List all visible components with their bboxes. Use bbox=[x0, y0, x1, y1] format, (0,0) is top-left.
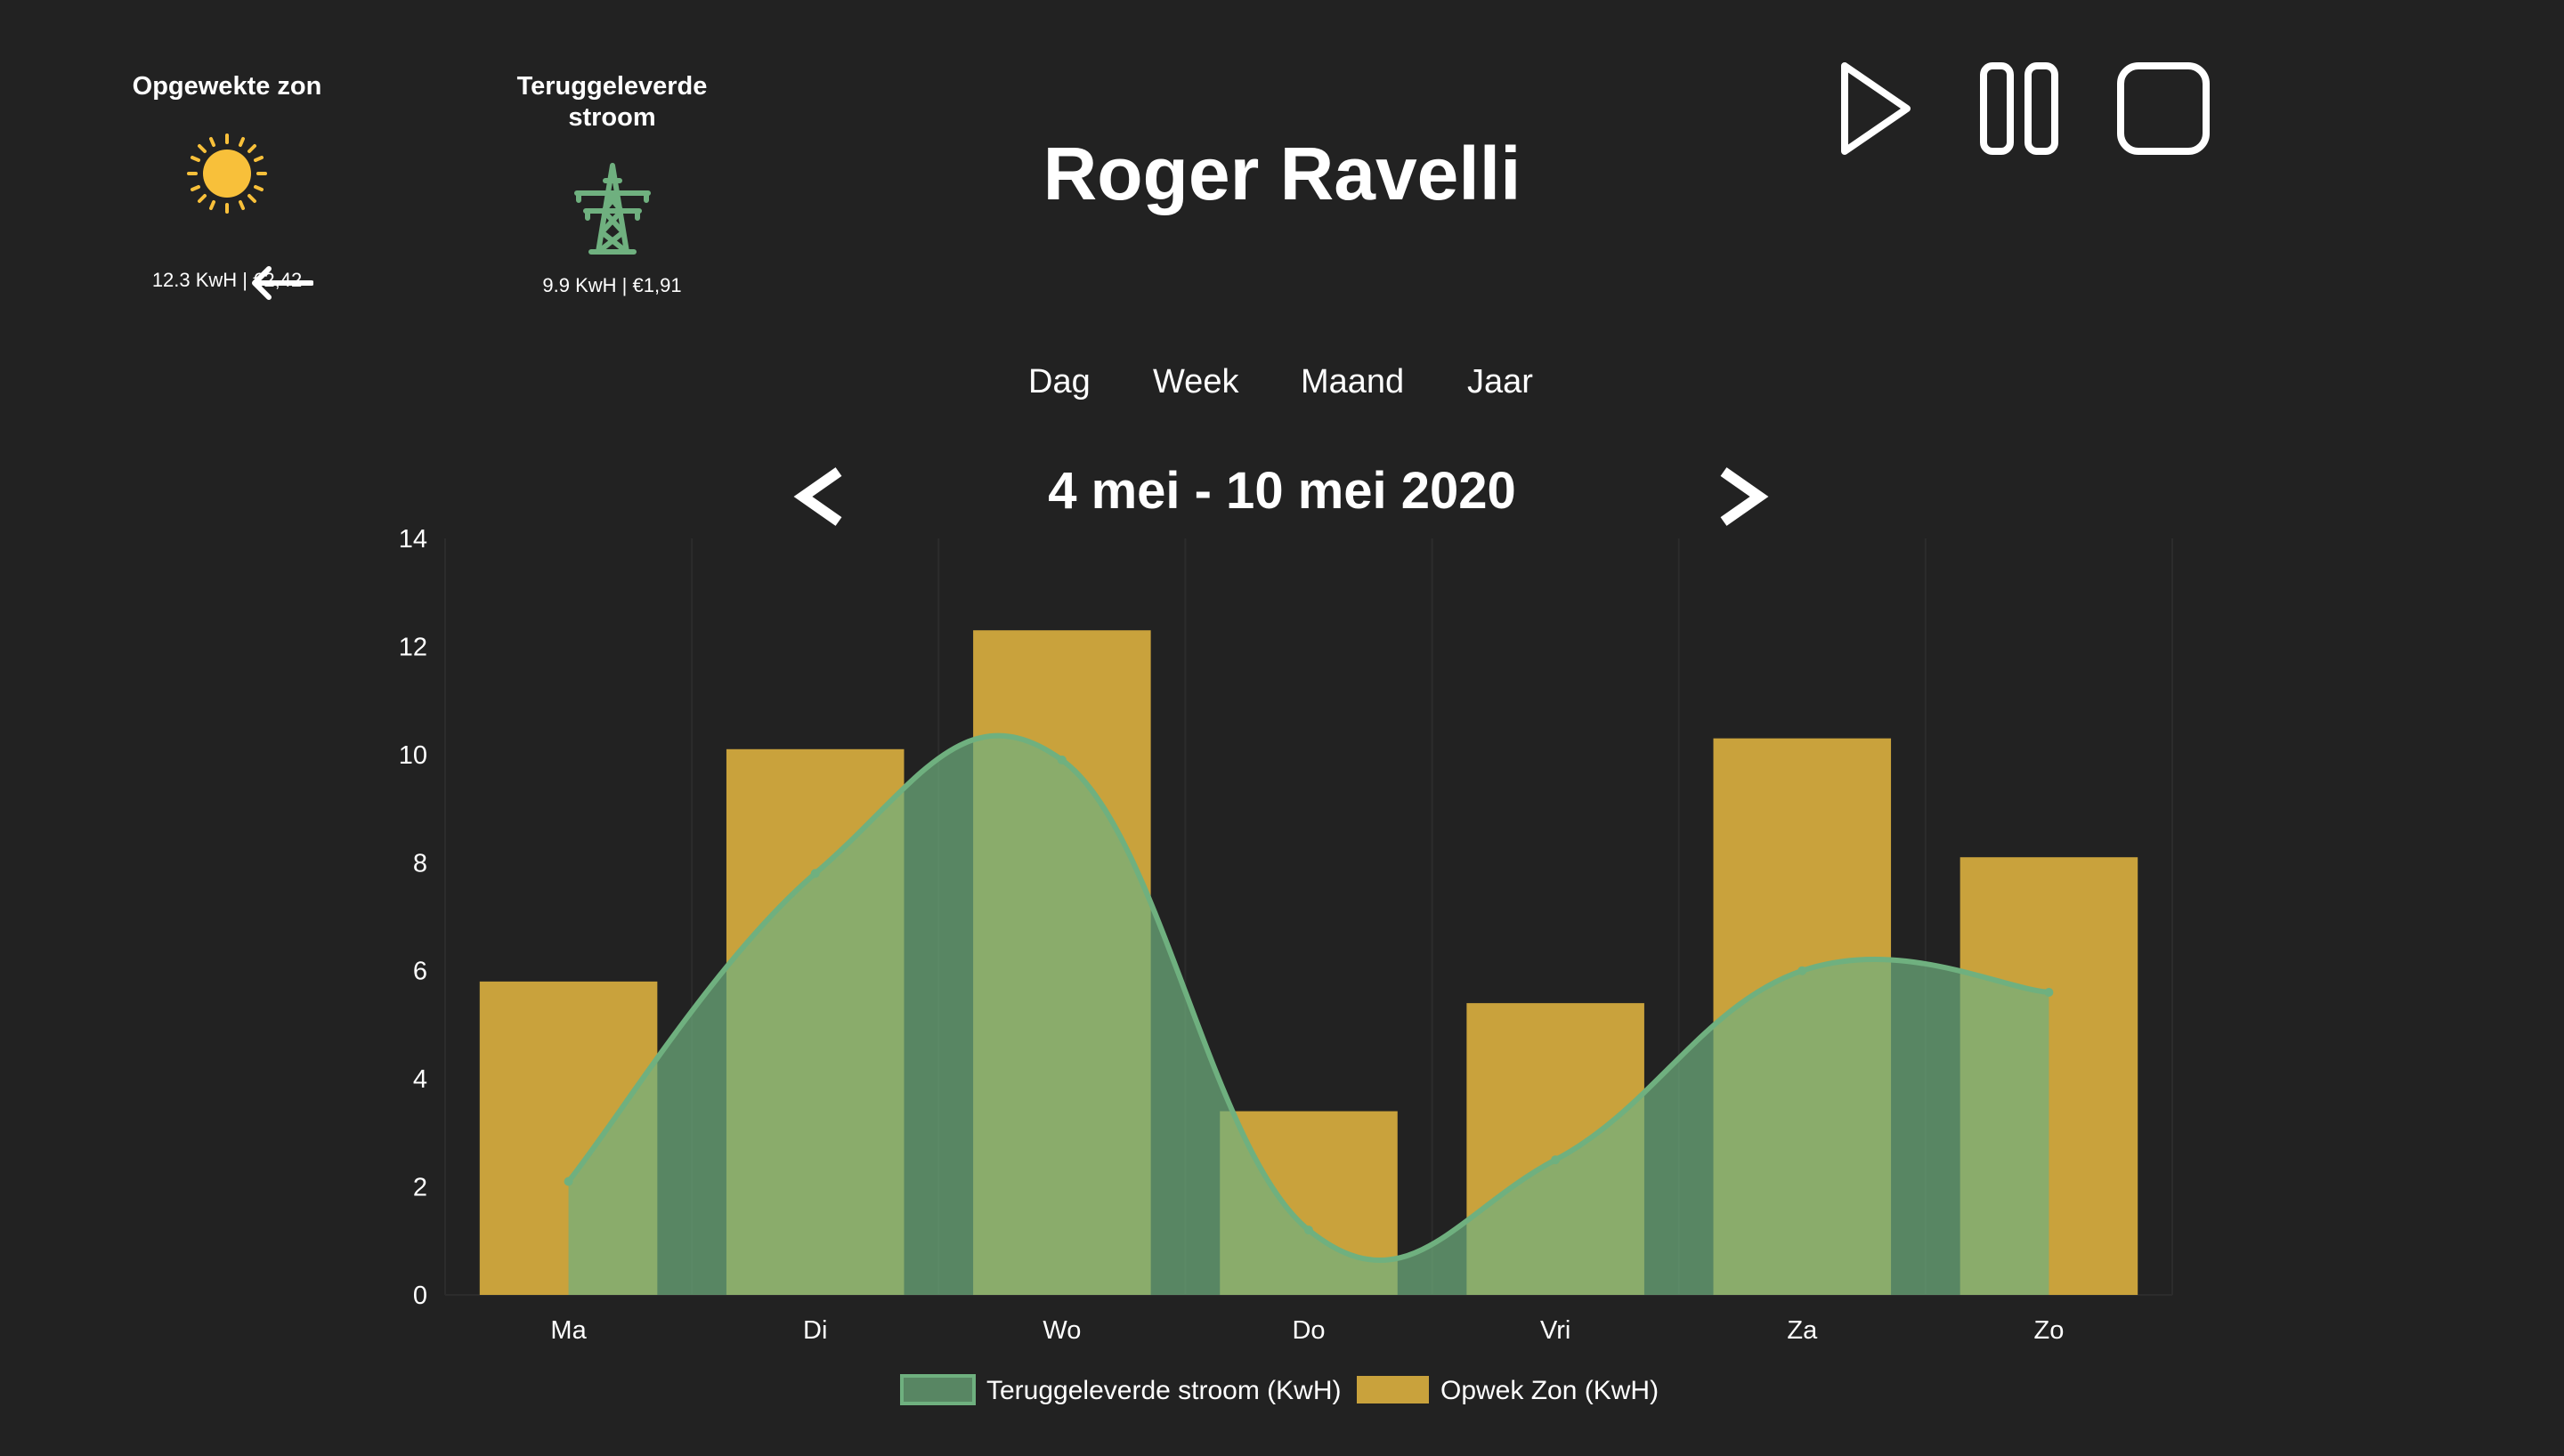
y-tick-label: 0 bbox=[413, 1282, 427, 1310]
legend-label-sun: Opwek Zon (KwH) bbox=[1440, 1376, 1659, 1405]
y-tick-label: 14 bbox=[399, 525, 427, 554]
x-tick-label: Vri bbox=[1540, 1316, 1570, 1345]
area-point bbox=[1304, 1225, 1313, 1235]
area-point bbox=[2044, 988, 2054, 997]
x-tick-label: Ma bbox=[550, 1316, 587, 1345]
area-point bbox=[810, 869, 820, 878]
x-tick-label: Za bbox=[1787, 1316, 1818, 1345]
y-tick-label: 8 bbox=[413, 849, 427, 878]
x-tick-label: Do bbox=[1292, 1316, 1325, 1345]
area-point bbox=[1057, 755, 1067, 764]
energy-chart: 0 2 4 6 8 10 12 14 Ma Di Wo Do Vri Za Zo Teruggeleverd… bbox=[399, 525, 2173, 1405]
area-point bbox=[1551, 1155, 1561, 1165]
legend-swatch-returned bbox=[900, 1374, 976, 1405]
x-tick-label: Zo bbox=[2034, 1316, 2065, 1345]
area-point bbox=[564, 1177, 573, 1186]
x-tick-label: Di bbox=[803, 1316, 827, 1345]
y-tick-label: 10 bbox=[399, 741, 427, 770]
y-tick-label: 12 bbox=[399, 633, 427, 661]
y-tick-label: 6 bbox=[413, 958, 427, 986]
y-tick-label: 4 bbox=[413, 1065, 427, 1094]
x-tick-label: Wo bbox=[1043, 1316, 1081, 1345]
legend-label-returned: Teruggeleverde stroom (KwH) bbox=[986, 1376, 1341, 1405]
y-tick-label: 2 bbox=[413, 1174, 427, 1202]
area-point bbox=[1797, 966, 1807, 975]
legend-swatch-sun bbox=[1357, 1376, 1429, 1403]
